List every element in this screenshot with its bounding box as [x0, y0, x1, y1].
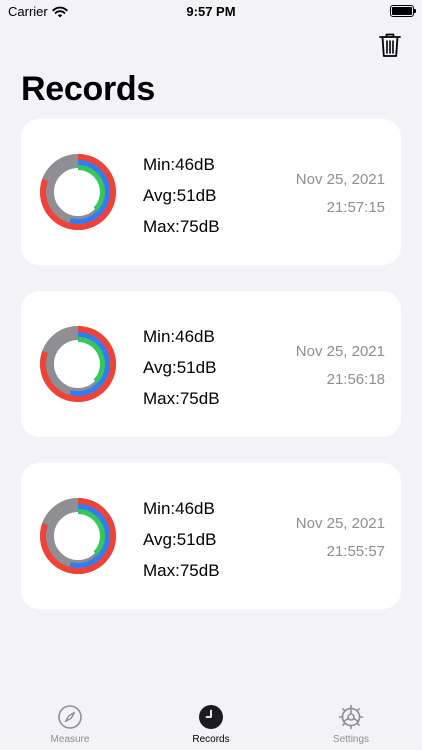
decibel-ring-icon	[40, 154, 116, 230]
clock-icon	[199, 705, 223, 729]
record-date: Nov 25, 2021	[295, 515, 385, 532]
decibel-ring-icon	[40, 326, 116, 402]
tab-settings-label: Settings	[332, 734, 370, 745]
record-time: 21:56:18	[326, 371, 385, 388]
decibel-ring-icon	[40, 498, 116, 574]
battery-icon	[390, 5, 416, 17]
compass-icon	[58, 705, 82, 729]
record-date: Nov 25, 2021	[295, 171, 385, 188]
tab-measure[interactable]: Measure	[20, 704, 120, 745]
tab-measure-label: Measure	[50, 734, 90, 745]
max-value: Max:75dB	[143, 561, 220, 580]
record-date: Nov 25, 2021	[295, 343, 385, 360]
record-timestamp: Nov 25, 2021 21:57:15	[296, 166, 385, 222]
avg-value: Avg:51dB	[143, 186, 217, 205]
max-value: Max:75dB	[143, 217, 220, 236]
record-card[interactable]: Min:46dB Avg:51dB Max:75dB Nov 25, 2021 …	[21, 119, 401, 265]
record-timestamp: Nov 25, 2021 21:55:57	[296, 510, 385, 566]
status-bar: Carrier 9:57 PM	[0, 0, 422, 24]
status-time: 9:57 PM	[186, 4, 236, 19]
record-time: 21:55:57	[326, 543, 385, 560]
record-time: 21:57:15	[326, 199, 385, 216]
tab-records-label: Records	[192, 734, 230, 745]
record-stats: Min:46dB Avg:51dB Max:75dB	[143, 149, 220, 242]
record-card[interactable]: Min:46dB Avg:51dB Max:75dB Nov 25, 2021 …	[21, 463, 401, 609]
gear-icon	[338, 704, 364, 730]
min-value: Min:46dB	[143, 155, 215, 174]
trash-icon	[379, 33, 401, 57]
record-card[interactable]: Min:46dB Avg:51dB Max:75dB Nov 25, 2021 …	[21, 291, 401, 437]
max-value: Max:75dB	[143, 389, 220, 408]
tab-records[interactable]: Records	[161, 704, 261, 745]
tab-settings[interactable]: Settings	[301, 704, 401, 745]
trash-button[interactable]	[376, 30, 404, 60]
avg-value: Avg:51dB	[143, 530, 217, 549]
min-value: Min:46dB	[143, 499, 215, 518]
min-value: Min:46dB	[143, 327, 215, 346]
page-title: Records	[21, 70, 155, 108]
record-stats: Min:46dB Avg:51dB Max:75dB	[143, 321, 220, 414]
record-stats: Min:46dB Avg:51dB Max:75dB	[143, 493, 220, 586]
avg-value: Avg:51dB	[143, 358, 217, 377]
tab-bar: Measure Records Settings	[0, 698, 422, 750]
record-timestamp: Nov 25, 2021 21:56:18	[296, 338, 385, 394]
